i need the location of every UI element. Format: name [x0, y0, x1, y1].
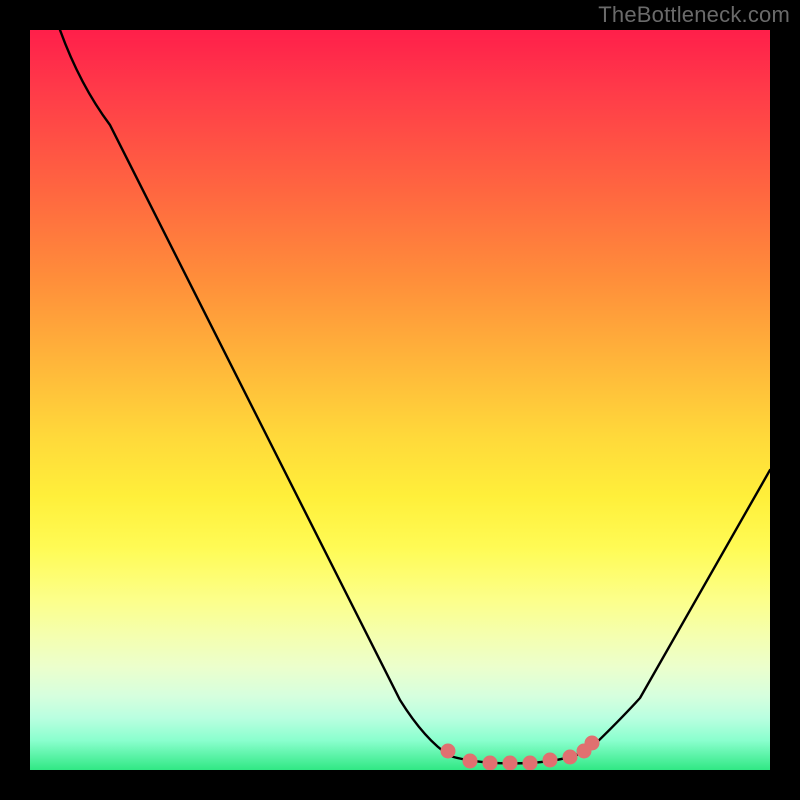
optimal-zone-markers: [441, 736, 599, 770]
chart-frame: TheBottleneck.com: [0, 0, 800, 800]
bottleneck-curve-path: [60, 30, 770, 763]
plot-area: [30, 30, 770, 770]
bottleneck-curve-svg: [30, 30, 770, 770]
watermark-text: TheBottleneck.com: [598, 2, 790, 28]
